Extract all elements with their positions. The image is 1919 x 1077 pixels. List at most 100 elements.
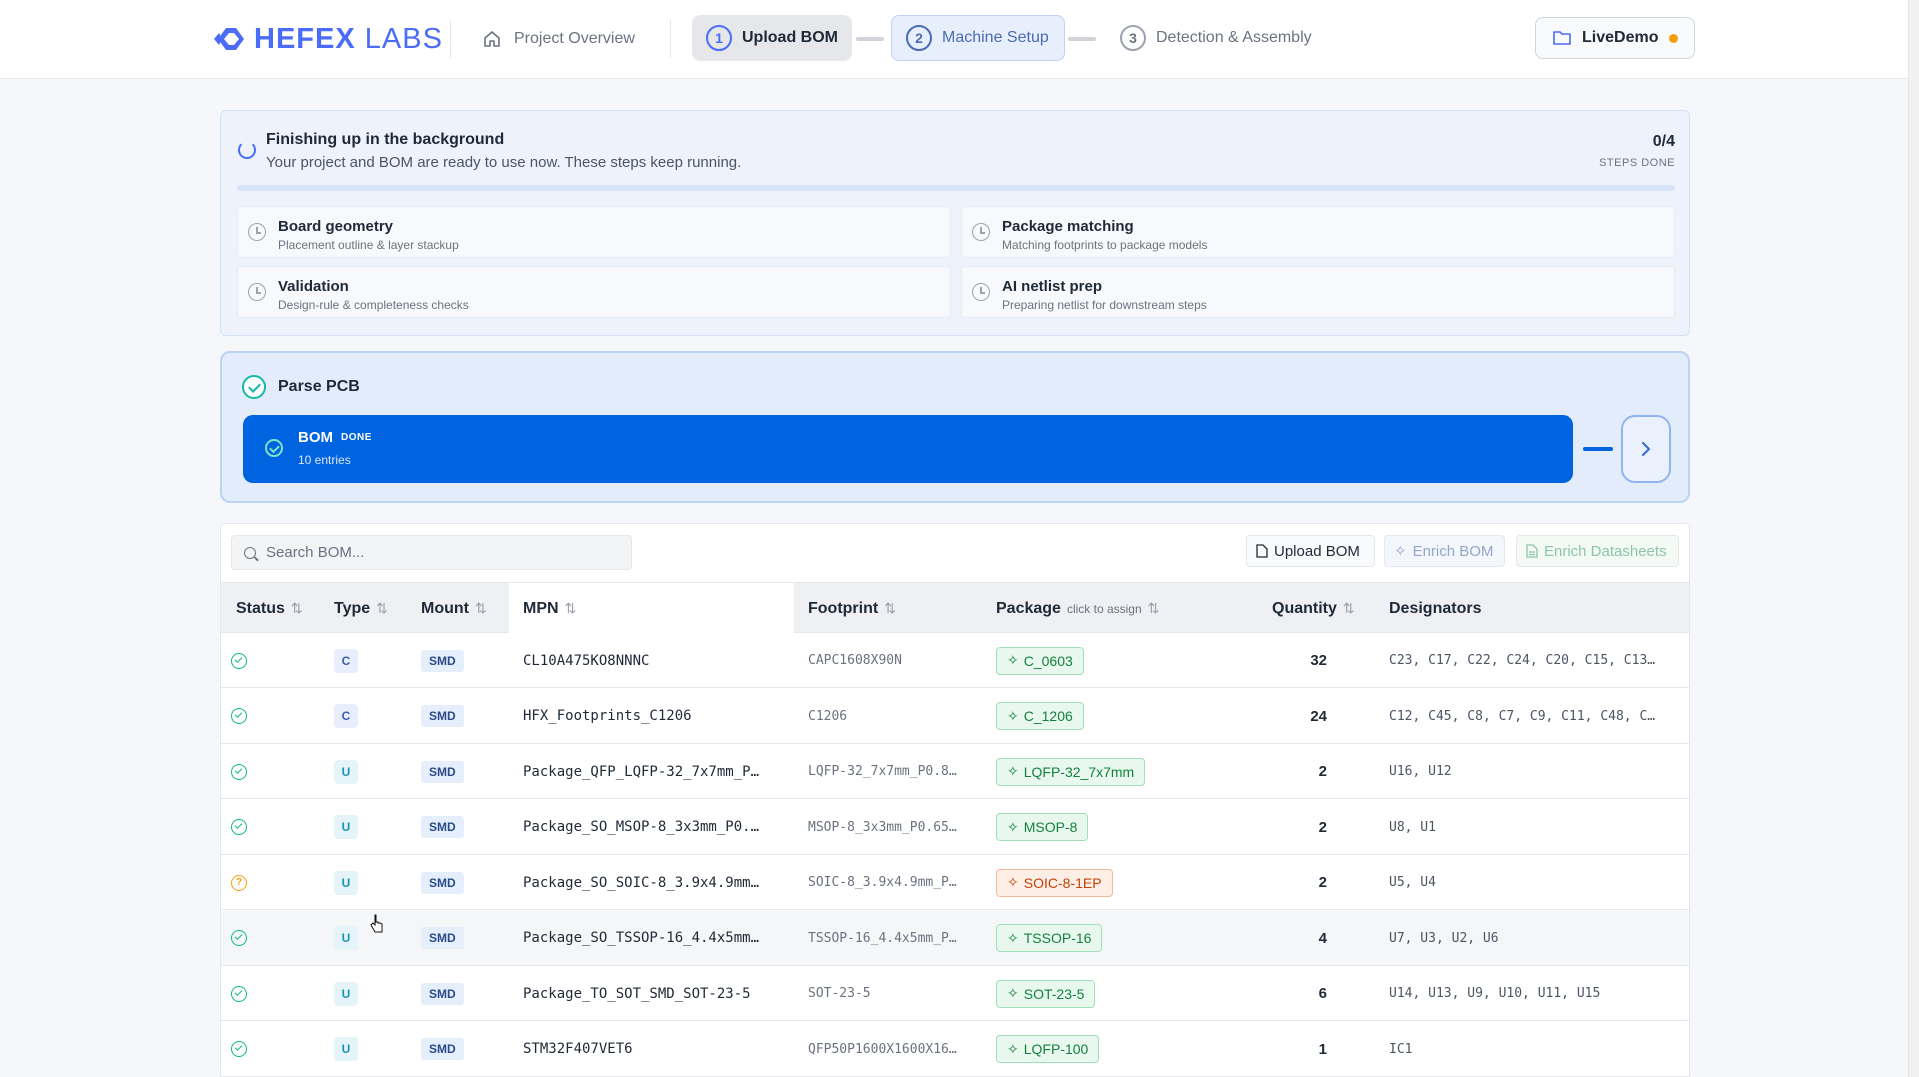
type-badge: U: [334, 870, 358, 895]
designators-cell: C12, C45, C8, C7, C9, C11, C48, C…: [1389, 689, 1655, 744]
type-badge: C: [334, 648, 358, 673]
package-assign-button[interactable]: ✧ SOIC-8-1EP: [996, 868, 1113, 897]
mount-cell: SMD: [421, 689, 464, 744]
package-assign-button[interactable]: ✧ MSOP-8: [996, 813, 1089, 841]
type-cell: U: [334, 911, 358, 966]
package-assign-button[interactable]: ✧ TSSOP-16: [996, 924, 1103, 952]
type-badge: U: [334, 815, 358, 839]
task-subtitle: Matching footprints to package models: [1002, 238, 1208, 252]
package-assign-button[interactable]: ✧ LQFP-32_7x7mm: [996, 757, 1146, 786]
bom-stage-entries: 10 entries: [298, 453, 351, 467]
upload-bom-label: Upload BOM: [1274, 542, 1360, 560]
package-assign-button[interactable]: ✧ C_1206: [996, 702, 1084, 730]
task-board-geometry: Board geometry Placement outline & layer…: [237, 206, 951, 258]
package-cell: ✧ TSSOP-16: [996, 911, 1103, 966]
designators-cell: U16, U12: [1389, 744, 1452, 799]
check-circle-icon: [265, 439, 283, 457]
table-header: Status ⇅ Type ⇅ Mount ⇅ MPN ⇅ Footprint ⇅ Pac…: [221, 582, 1689, 634]
check-circle-icon: [231, 819, 247, 835]
mpn-value: Package_TO_SOT_SMD_SOT-23-5: [523, 985, 751, 1002]
footprint-cell: QFP50P1600X1600X16…: [808, 1022, 957, 1077]
step-number: 3: [1120, 25, 1146, 51]
top-header: HEFEX LABS Project Overview 1 Upload BOM…: [0, 0, 1908, 79]
table-row[interactable]: U SMD Package_TO_SOT_SMD_SOT-23-5 SOT-23-5 ✧…: [221, 966, 1689, 1021]
step-label: Machine Setup: [942, 29, 1049, 46]
designators-cell: U8, U1: [1389, 800, 1436, 855]
enrich-bom-button[interactable]: ✧ Enrich BOM: [1384, 535, 1505, 567]
page-scrollbar[interactable]: [1908, 0, 1919, 1077]
step-detection-assembly[interactable]: 3 Detection & Assembly: [1106, 15, 1326, 61]
quantity-cell: 4: [1255, 911, 1327, 966]
table-row[interactable]: C SMD HFX_Footprints_C1206 C1206 ✧ C_1206 24 C1…: [221, 688, 1689, 744]
column-quantity[interactable]: Quantity ⇅: [1272, 583, 1355, 634]
type-cell: U: [334, 800, 358, 855]
step-machine-setup[interactable]: 2 Machine Setup: [891, 15, 1065, 61]
mount-badge: SMD: [421, 649, 464, 672]
steps-done-label: STEPS DONE: [1599, 157, 1675, 169]
project-switcher-button[interactable]: LiveDemo: [1535, 17, 1695, 59]
step-connector: [856, 37, 884, 41]
quantity-value: 32: [1310, 652, 1327, 669]
nav-project-overview[interactable]: Project Overview: [482, 24, 635, 54]
status-cell: [231, 800, 247, 855]
task-subtitle: Design-rule & completeness checks: [278, 298, 469, 312]
column-label: Type: [334, 599, 371, 617]
column-footprint[interactable]: Footprint ⇅: [808, 583, 896, 634]
column-mpn[interactable]: MPN ⇅: [523, 583, 576, 634]
mount-cell: SMD: [421, 855, 464, 910]
search-box[interactable]: [231, 535, 632, 570]
column-label: Footprint: [808, 599, 879, 617]
mount-badge: SMD: [421, 927, 464, 949]
mpn-cell: Package_SO_SOIC-8_3.9x4.9mm…: [523, 855, 759, 910]
step-upload-bom[interactable]: 1 Upload BOM: [692, 15, 852, 61]
footprint-value: SOIC-8_3.9x4.9mm_P…: [808, 875, 957, 890]
step-connector: [1068, 37, 1096, 41]
check-circle-icon: [231, 708, 247, 724]
table-row[interactable]: U SMD Package_SO_TSSOP-16_4.4x5mm… TSSOP-16…: [221, 910, 1689, 966]
enrich-datasheets-button[interactable]: Enrich Datasheets: [1516, 535, 1679, 567]
search-input[interactable]: [266, 544, 606, 561]
mount-badge: SMD: [421, 982, 464, 1005]
package-assign-button[interactable]: ✧ C_0603: [996, 646, 1084, 675]
table-row[interactable]: C SMD CL10A475KO8NNNC CAPC1608X90N ✧ C_0603 32…: [221, 633, 1689, 688]
check-circle-icon: [231, 652, 247, 669]
task-package-matching: Package matching Matching footprints to …: [961, 206, 1675, 258]
table-row[interactable]: U SMD Package_QFP_LQFP-32_7x7mm_P… LQFP-32_…: [221, 744, 1689, 799]
column-label: Designators: [1389, 599, 1482, 617]
package-cell: ✧ SOIC-8-1EP: [996, 855, 1113, 910]
footprint-value: TSSOP-16_4.4x5mm_P…: [808, 930, 957, 946]
sort-icon: ⇅: [290, 600, 303, 616]
table-row[interactable]: U SMD STM32F407VET6 QFP50P1600X1600X16… ✧ LQF…: [221, 1021, 1689, 1077]
check-circle-icon: [231, 985, 247, 1002]
bom-stage-card[interactable]: BOM DONE 10 entries: [243, 415, 1573, 483]
sort-icon: ⇅: [884, 600, 896, 616]
step-number: 1: [706, 25, 732, 51]
quantity-value: 6: [1318, 985, 1327, 1002]
column-mount[interactable]: Mount ⇅: [421, 583, 487, 634]
mpn-cell: Package_TO_SOT_SMD_SOT-23-5: [523, 966, 751, 1021]
logo[interactable]: HEFEX LABS: [214, 22, 443, 56]
mpn-value: STM32F407VET6: [523, 1041, 633, 1057]
package-assign-button[interactable]: ✧ LQFP-100: [996, 1035, 1100, 1063]
status-cell: [231, 633, 247, 688]
upload-bom-button[interactable]: Upload BOM: [1246, 535, 1375, 567]
mpn-value: Package_SO_MSOP-8_3x3mm_P0.…: [523, 819, 760, 835]
type-cell: U: [334, 855, 358, 910]
divider: [450, 20, 451, 58]
check-circle-icon: [231, 930, 247, 946]
column-package[interactable]: Package click to assign ⇅: [996, 583, 1159, 634]
package-label: C_1206: [1023, 708, 1073, 724]
column-type[interactable]: Type ⇅: [334, 583, 388, 634]
table-row[interactable]: ? U SMD Package_SO_SOIC-8_3.9x4.9mm… SOIC-8_…: [221, 855, 1689, 910]
mount-badge: SMD: [421, 871, 464, 894]
column-designators: Designators: [1389, 583, 1481, 634]
search-icon: [244, 546, 256, 559]
quantity-cell: 2: [1255, 744, 1327, 799]
column-status[interactable]: Status ⇅: [236, 583, 303, 634]
next-stage-button[interactable]: [1621, 415, 1671, 483]
bom-toolbar: Upload BOM ✧ Enrich BOM Enrich Datasheet…: [221, 524, 1689, 582]
mount-cell: SMD: [421, 966, 464, 1021]
quantity-value: 1: [1318, 1040, 1327, 1058]
package-assign-button[interactable]: ✧ SOT-23-5: [996, 979, 1096, 1008]
table-row[interactable]: U SMD Package_SO_MSOP-8_3x3mm_P0.… MSOP-8_3…: [221, 799, 1689, 855]
